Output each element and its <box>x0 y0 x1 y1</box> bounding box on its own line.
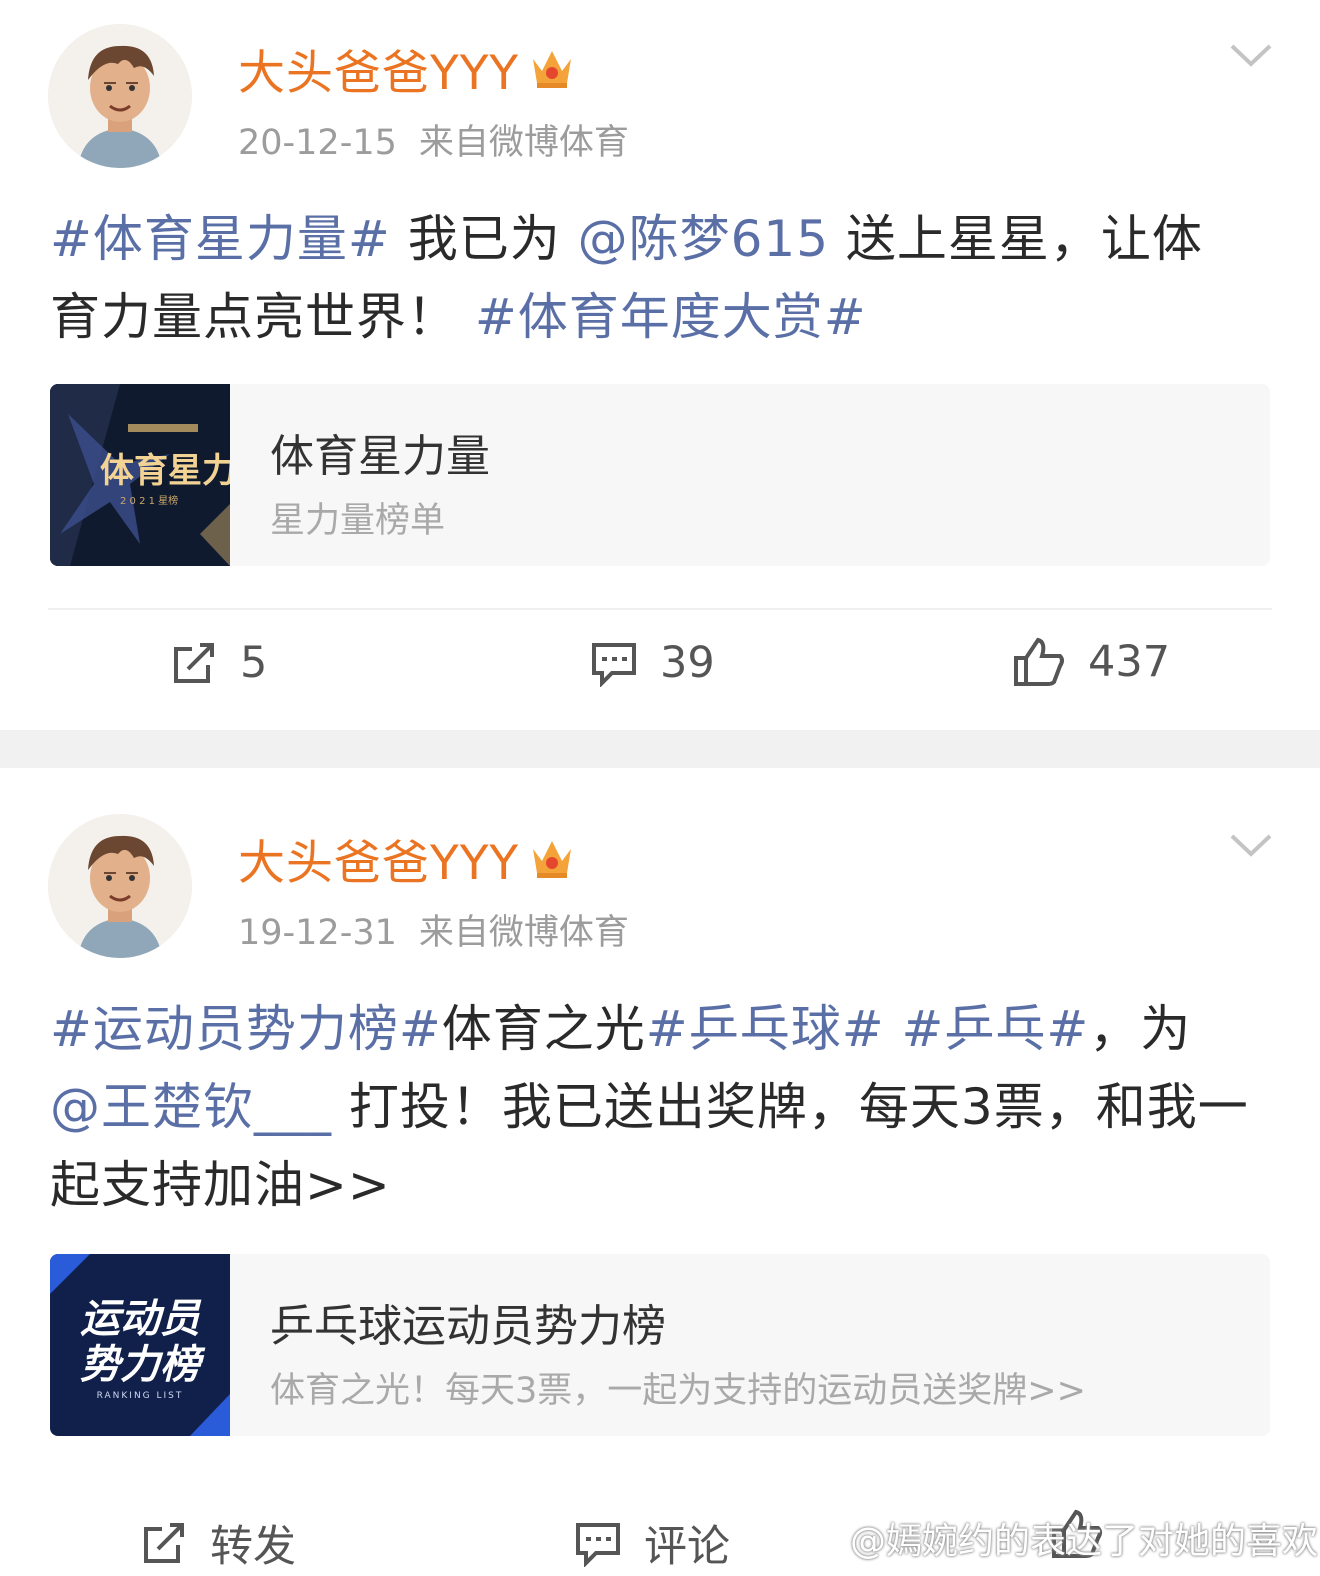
crown-badge-icon <box>527 43 577 103</box>
like-button[interactable]: 437 <box>1012 636 1170 688</box>
post-text-segment <box>885 1000 902 1058</box>
username[interactable]: 大头爸爸YYY <box>238 34 577 103</box>
post-source[interactable]: 来自微博体育 <box>419 913 629 953</box>
repost-button[interactable]: 5 <box>170 638 267 688</box>
chevron-down-icon[interactable] <box>1228 830 1274 860</box>
post-date: 19-12-31 <box>238 913 397 953</box>
avatar-icon <box>48 24 192 168</box>
topic-link[interactable]: #运动员势力榜# <box>50 1000 442 1058</box>
thumb-year: 2 0 2 1 星榜 <box>120 494 178 507</box>
topic-link[interactable]: #体育年度大赏# <box>475 288 867 346</box>
avatar[interactable] <box>48 814 192 958</box>
comment-icon <box>592 643 636 687</box>
card-thumbnail: 运动员 势力榜 RANKING LIST <box>50 1254 230 1436</box>
thumb-line2: 势力榜 <box>80 1342 206 1388</box>
thumb-line1: 运动员 <box>80 1296 202 1342</box>
topic-link[interactable]: #体育星力量# <box>50 210 391 268</box>
like-count: 437 <box>1088 637 1171 687</box>
topic-card[interactable]: 体育星力 2 0 2 1 星榜 体育星力量 星力量榜单 <box>50 384 1270 566</box>
comment-button[interactable]: 39 <box>590 638 715 688</box>
repost-count: 5 <box>240 638 268 688</box>
comment-label: 评论 <box>644 1522 730 1572</box>
card-thumbnail: 体育星力 2 0 2 1 星榜 <box>50 384 230 566</box>
topic-link[interactable]: @王楚钦___ <box>50 1078 332 1136</box>
crown-badge-icon <box>527 833 577 893</box>
repost-icon <box>174 643 214 683</box>
post-text-segment: ，为 <box>1089 1000 1192 1058</box>
chevron-down-icon[interactable] <box>1228 40 1274 70</box>
topic-link[interactable]: #乒乓# <box>902 1000 1090 1058</box>
weibo-post-1: 大头爸爸YYY 20-12-15 来自微博体育 #体育星力量# 我已为 @陈梦61… <box>0 0 1320 730</box>
card-title: 乒乓球运动员势力榜 <box>270 1301 666 1352</box>
thumb-title: 体育星力 <box>100 451 230 491</box>
repost-label: 转发 <box>210 1522 296 1572</box>
card-title: 体育星力量 <box>270 431 490 482</box>
username[interactable]: 大头爸爸YYY <box>238 824 577 893</box>
watermark: @嫣婉约的表达了对她的喜欢 <box>800 1512 1318 1564</box>
topic-link[interactable]: #乒乓球# <box>646 1000 885 1058</box>
repost-icon <box>144 1523 184 1563</box>
avatar[interactable] <box>48 24 192 168</box>
comment-count: 39 <box>660 638 715 688</box>
thumb-small: RANKING LIST <box>97 1391 184 1401</box>
weibo-logo-icon <box>802 1522 846 1556</box>
post-meta: 19-12-31 来自微博体育 <box>238 904 629 955</box>
weibo-post-2: 大头爸爸YYY 19-12-31 来自微博体育 #运动员势力榜#体育之光#乒乓球#… <box>0 768 1320 1576</box>
topic-card[interactable]: 运动员 势力榜 RANKING LIST 乒乓球运动员势力榜 体育之光！每天3票… <box>50 1254 1270 1436</box>
topic-link[interactable]: @陈梦615 <box>578 210 829 268</box>
comment-icon <box>576 1523 620 1567</box>
thumbs-up-icon <box>1014 637 1064 686</box>
comment-button[interactable]: 评论 <box>574 1512 730 1574</box>
divider <box>48 608 1272 610</box>
post-text-segment: 我已为 <box>390 210 578 268</box>
post-source[interactable]: 来自微博体育 <box>419 123 629 163</box>
avatar-icon <box>48 814 192 958</box>
card-subtitle: 星力量榜单 <box>270 501 446 541</box>
post-text: #运动员势力榜#体育之光#乒乓球# #乒乓#，为 @王楚钦___ 打投！我已送出… <box>50 990 1250 1224</box>
post-text-segment: 体育之光 <box>441 1000 646 1058</box>
post-meta: 20-12-15 来自微博体育 <box>238 114 629 165</box>
repost-button[interactable]: 转发 <box>140 1512 296 1574</box>
post-separator <box>0 730 1320 768</box>
card-subtitle: 体育之光！每天3票，一起为支持的运动员送奖牌>> <box>270 1371 1086 1411</box>
post-date: 20-12-15 <box>238 123 397 163</box>
post-text: #体育星力量# 我已为 @陈梦615 送上星星，让体育力量点亮世界！ #体育年度… <box>50 200 1250 356</box>
